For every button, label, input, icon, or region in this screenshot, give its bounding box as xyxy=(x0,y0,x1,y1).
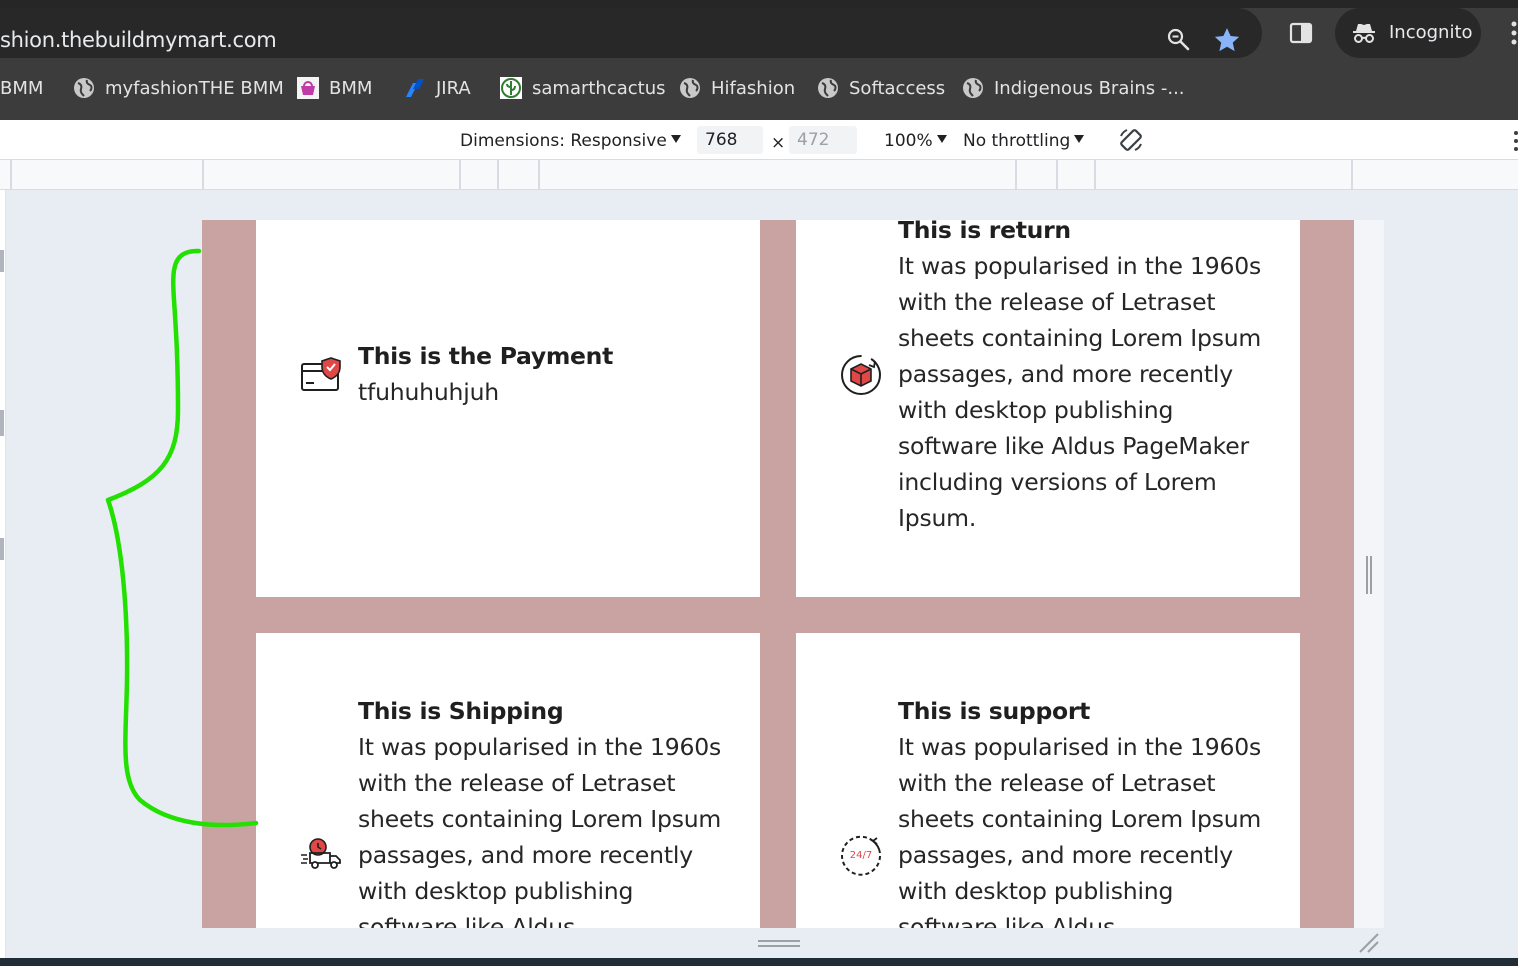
browser-menu-icon[interactable] xyxy=(1508,20,1518,48)
support-icon-text: 24/7 xyxy=(850,850,872,861)
return-box-icon xyxy=(841,355,881,395)
bookmark-myfashion[interactable]: myfashionTHE BMM xyxy=(73,76,284,100)
bookmark-indigenous-brains[interactable]: Indigenous Brains -... xyxy=(962,76,1185,100)
ruler-tick xyxy=(1056,160,1058,190)
bookmarks-bar: BMM myfashionTHE BMM BMM JIRA samarthcac… xyxy=(0,66,1518,110)
feature-text: This is the Payment tfuhuhuhjuh xyxy=(358,338,738,410)
url-text[interactable]: shion.thebuildmymart.com xyxy=(0,28,277,52)
chevron-down-icon xyxy=(1074,135,1085,143)
incognito-icon xyxy=(1353,24,1375,43)
ruler-tick xyxy=(1015,160,1017,190)
feature-title: This is return xyxy=(898,220,1071,244)
dimensions-label: Dimensions: Responsive xyxy=(460,131,667,151)
dimension-times: × xyxy=(771,133,786,153)
cactus-icon xyxy=(500,77,522,99)
throttling-label: No throttling xyxy=(963,131,1071,151)
width-input[interactable]: 768 xyxy=(697,126,763,154)
globe-icon xyxy=(818,78,838,98)
chevron-down-icon xyxy=(670,135,681,143)
feature-title: This is support xyxy=(898,697,1091,725)
left-gutter xyxy=(0,190,6,958)
zoom-dropdown[interactable]: 100% xyxy=(884,131,947,151)
globe-icon xyxy=(74,78,94,98)
bookmark-label: JIRA xyxy=(436,77,471,99)
bookmark-label: Indigenous Brains -... xyxy=(994,77,1185,99)
globe-icon xyxy=(680,78,700,98)
feature-text: This is Shipping It was popularised in t… xyxy=(358,693,738,928)
feature-card-shipping: This is Shipping It was popularised in t… xyxy=(256,633,760,928)
bookmark-hifashion[interactable]: Hifashion xyxy=(679,76,795,100)
bookmark-label: Softaccess xyxy=(849,77,946,99)
ruler-tick xyxy=(538,160,540,190)
dimensions-dropdown[interactable]: Dimensions: Responsive xyxy=(460,131,681,151)
bottom-resize-handle[interactable] xyxy=(758,938,800,950)
feature-body: It was popularised in the 1960s with the… xyxy=(358,733,722,928)
chevron-down-icon xyxy=(936,135,947,143)
gutter-marker xyxy=(0,410,4,436)
feature-card-payment: This is the Payment tfuhuhuhjuh xyxy=(256,220,760,597)
tab-strip xyxy=(0,0,1518,8)
device-toolbar: Dimensions: Responsive 768 × 472 100% No… xyxy=(0,120,1518,160)
shipping-truck-icon xyxy=(301,838,341,869)
feature-body: It was popularised in the 1960s with the… xyxy=(898,733,1262,928)
incognito-label: Incognito xyxy=(1389,22,1473,43)
support-24-7-icon: 24/7 xyxy=(841,835,881,876)
features-section: This is the Payment tfuhuhuhjuh This is … xyxy=(202,220,1354,928)
bookmark-label: Hifashion xyxy=(711,77,796,99)
feature-text: This is support It was popularised in th… xyxy=(898,693,1278,928)
ruler-tick xyxy=(459,160,461,190)
corner-resize-handle[interactable] xyxy=(1358,932,1380,954)
ruler-tick xyxy=(1351,160,1353,190)
feature-title: This is the Payment xyxy=(358,342,614,370)
feature-body: tfuhuhuhjuh xyxy=(358,378,499,406)
height-input[interactable]: 472 xyxy=(789,126,857,154)
emulated-page: This is the Payment tfuhuhuhjuh This is … xyxy=(202,220,1384,928)
address-bar[interactable]: shion.thebuildmymart.com xyxy=(0,8,1262,58)
bookmark-jira[interactable]: JIRA xyxy=(404,76,471,100)
bookmark-label: BMM xyxy=(0,77,44,99)
feature-card-return: This is return It was popularised in the… xyxy=(796,220,1300,597)
feature-card-support: 24/7 This is support It was popularised … xyxy=(796,633,1300,928)
bookmark-label: samarthcactus xyxy=(532,77,666,99)
bookmark-bmm-2[interactable]: BMM xyxy=(297,76,372,100)
jira-icon xyxy=(406,79,424,97)
incognito-badge[interactable]: Incognito xyxy=(1335,8,1481,58)
ruler-tick xyxy=(202,160,204,190)
browser-chrome: shion.thebuildmymart.com Incognito BMM m… xyxy=(0,0,1518,120)
bmm-logo-icon xyxy=(297,77,319,99)
gutter-marker xyxy=(0,538,4,560)
globe-icon xyxy=(963,78,983,98)
feature-title: This is Shipping xyxy=(358,697,564,725)
bookmark-label: myfashionTHE BMM xyxy=(105,77,284,99)
zoom-label: 100% xyxy=(884,131,933,151)
bookmark-softaccess[interactable]: Softaccess xyxy=(817,76,945,100)
zoom-icon[interactable] xyxy=(1166,27,1190,51)
taskbar-edge xyxy=(0,958,1518,966)
feature-text: This is return It was popularised in the… xyxy=(898,220,1278,536)
side-panel-icon[interactable] xyxy=(1289,21,1313,45)
ruler-tick xyxy=(1094,160,1096,190)
throttling-dropdown[interactable]: No throttling xyxy=(963,131,1085,151)
device-toolbar-menu-icon[interactable] xyxy=(1512,130,1518,152)
ruler-tick xyxy=(10,160,12,190)
bookmark-star-icon[interactable] xyxy=(1212,25,1242,55)
bookmark-label: BMM xyxy=(329,77,373,99)
media-query-ruler[interactable] xyxy=(0,160,1518,190)
feature-body: It was popularised in the 1960s with the… xyxy=(898,252,1262,532)
curly-brace-annotation xyxy=(105,248,259,828)
ruler-tick xyxy=(497,160,499,190)
bookmark-samarthcactus[interactable]: samarthcactus xyxy=(500,76,666,100)
right-resize-handle[interactable] xyxy=(1364,556,1374,594)
rotate-icon[interactable] xyxy=(1117,126,1145,154)
bookmark-bmm[interactable]: BMM xyxy=(0,76,43,100)
payment-card-shield-icon xyxy=(301,357,341,391)
gutter-marker xyxy=(0,250,4,272)
